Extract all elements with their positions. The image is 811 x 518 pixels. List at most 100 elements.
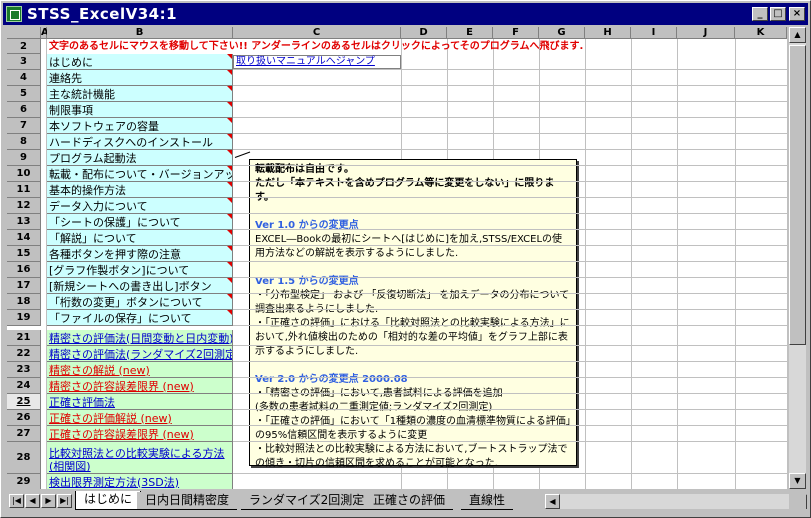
column-header-j[interactable]: J xyxy=(677,27,735,39)
column-header-i[interactable]: I xyxy=(631,27,677,39)
column-header-c[interactable]: C xyxy=(233,27,401,39)
cell-b24-text[interactable]: 精密さの許容誤差限界 (new) xyxy=(49,378,194,393)
sheet-tab[interactable]: はじめに xyxy=(75,491,142,510)
row-header-28[interactable]: 28 xyxy=(7,442,41,474)
cell-b26-text[interactable]: 正確さの評価解説 (new) xyxy=(49,410,172,425)
cell-b24[interactable]: 精密さの許容誤差限界 (new) xyxy=(47,378,233,394)
title-bar[interactable]: STSS_ExcelV34:1 _ □ × xyxy=(3,3,808,25)
cell-b16: [グラフ作製ボタン]について xyxy=(47,262,233,278)
cell-b27[interactable]: 正確さの許容誤差限界 (new) xyxy=(47,426,233,442)
excel-app-icon[interactable] xyxy=(6,6,22,22)
row-header-12[interactable]: 12 xyxy=(7,198,41,214)
cell-b21[interactable]: 精密さの評価法(日間変動と日内変動) xyxy=(47,330,233,346)
row-header-16[interactable]: 16 xyxy=(7,262,41,278)
row-header-7[interactable]: 7 xyxy=(7,118,41,134)
gridline xyxy=(233,261,787,262)
cell-b22-text[interactable]: 精密さの評価法(ランダマイズ2回測定) xyxy=(49,346,232,361)
cell-b17: [新規シートへの書き出し]ボタン xyxy=(47,278,233,294)
cell-b18: 「桁数の変更」ボタンについて xyxy=(47,294,233,310)
prev-sheet-icon[interactable]: ◀ xyxy=(25,494,40,508)
row-header-11[interactable]: 11 xyxy=(7,182,41,198)
row-header-17[interactable]: 17 xyxy=(7,278,41,294)
cell-b22[interactable]: 精密さの評価法(ランダマイズ2回測定) xyxy=(47,346,233,362)
row-header-18[interactable]: 18 xyxy=(7,294,41,310)
cell-b29-text[interactable]: 検出限界測定方法(3SD法) xyxy=(49,474,179,489)
comment-indicator-icon xyxy=(227,294,232,299)
cell-b8-text: ハードディスクへのインストール xyxy=(49,135,214,149)
next-sheet-icon[interactable]: ▶ xyxy=(41,494,56,508)
spreadsheet-grid[interactable]: A B C D E F G H I J K 2 文字のあるセルにマウスを移動して… xyxy=(7,27,787,489)
row-header-9[interactable]: 9 xyxy=(7,150,41,166)
row-header-21[interactable]: 21 xyxy=(7,330,41,346)
column-header-h[interactable]: H xyxy=(585,27,631,39)
cell-b23[interactable]: 精密さの解説 (new) xyxy=(47,362,233,378)
sheet-tab[interactable]: 日内日間精密度 xyxy=(137,492,238,510)
cell-b11: 基本的操作方法 xyxy=(47,182,233,198)
column-header-e[interactable]: E xyxy=(447,27,493,39)
row-header-15[interactable]: 15 xyxy=(7,246,41,262)
first-sheet-icon[interactable]: |◀ xyxy=(9,494,24,508)
cell-b21-text[interactable]: 精密さの評価法(日間変動と日内変動) xyxy=(49,330,232,345)
row-header-4[interactable]: 4 xyxy=(7,70,41,86)
column-header-g[interactable]: G xyxy=(539,27,585,39)
resize-corner xyxy=(789,491,806,511)
scroll-left-arrow-icon[interactable]: ◀ xyxy=(545,494,560,509)
row-header-29[interactable]: 29 xyxy=(7,474,41,489)
gridline xyxy=(233,197,787,198)
cell-b9: プログラム起動法 xyxy=(47,150,233,166)
gridline xyxy=(233,325,787,326)
row-header-3[interactable]: 3 xyxy=(7,54,41,70)
sheet-tab[interactable]: 正確さの評価 xyxy=(365,492,454,510)
cell-b28-text[interactable]: 比較対照法との比較実験による方法(相関図) xyxy=(49,447,232,473)
column-header-k[interactable]: K xyxy=(735,27,787,39)
column-header-d[interactable]: D xyxy=(401,27,447,39)
minimize-button[interactable]: _ xyxy=(752,7,768,21)
vertical-scroll-thumb[interactable] xyxy=(789,45,806,345)
column-header-b[interactable]: B xyxy=(47,27,233,39)
select-all-corner[interactable] xyxy=(7,27,41,39)
cell-b25[interactable]: 正確さ評価法 xyxy=(47,394,233,410)
row-header-2[interactable]: 2 xyxy=(7,39,41,54)
gridline xyxy=(233,85,787,86)
cell-b26[interactable]: 正確さの評価解説 (new) xyxy=(47,410,233,426)
row-header-19[interactable]: 19 xyxy=(7,310,41,326)
cell-b28[interactable]: 比較対照法との比較実験による方法(相関図) xyxy=(47,442,233,474)
comment-indicator-icon xyxy=(227,198,232,203)
sheet-tab[interactable]: ランダマイズ2回測定 xyxy=(241,492,373,510)
row-header-8[interactable]: 8 xyxy=(7,134,41,150)
row-header-27[interactable]: 27 xyxy=(7,426,41,442)
gridline xyxy=(233,393,787,394)
cell-b23-text[interactable]: 精密さの解説 (new) xyxy=(49,362,150,377)
close-button[interactable]: × xyxy=(789,7,805,21)
maximize-button[interactable]: □ xyxy=(770,7,786,21)
row-header-10[interactable]: 10 xyxy=(7,166,41,182)
horizontal-scrollbar[interactable]: ◀ ▶ xyxy=(545,494,807,509)
gridline xyxy=(233,101,787,102)
column-header-f[interactable]: F xyxy=(493,27,539,39)
cell-b25-text[interactable]: 正確さ評価法 xyxy=(49,394,115,409)
sheet-tab[interactable]: 直線性 xyxy=(461,492,514,510)
last-sheet-icon[interactable]: ▶| xyxy=(57,494,72,508)
row-header-6[interactable]: 6 xyxy=(7,102,41,118)
gridline xyxy=(233,213,787,214)
row-header-13[interactable]: 13 xyxy=(7,214,41,230)
cell-b6: 制限事項 xyxy=(47,102,233,118)
row-header-23[interactable]: 23 xyxy=(7,362,41,378)
excel-window: STSS_ExcelV34:1 _ □ × A B C D E F G H I … xyxy=(0,0,811,518)
sheet-tab-bar: |◀ ◀ ▶ ▶| はじめに 日内日間精密度 ランダマイズ2回測定 正確さの評価 直線性… xyxy=(7,491,807,511)
cell-b16-text: [グラフ作製ボタン]について xyxy=(49,263,190,277)
cell-b27-text[interactable]: 正確さの許容誤差限界 (new) xyxy=(49,426,194,441)
row-header-25[interactable]: 25 xyxy=(7,394,41,410)
scroll-down-arrow-icon[interactable]: ▼ xyxy=(789,473,806,489)
gridline xyxy=(233,229,787,230)
row-header-14[interactable]: 14 xyxy=(7,230,41,246)
row-header-5[interactable]: 5 xyxy=(7,86,41,102)
cell-b29[interactable]: 検出限界測定方法(3SD法) xyxy=(47,474,233,489)
jump-to-manual-link[interactable]: 取り扱いマニュアルへジャンプ xyxy=(233,55,401,69)
row-header-22[interactable]: 22 xyxy=(7,346,41,362)
gridline xyxy=(233,245,787,246)
row-header-26[interactable]: 26 xyxy=(7,410,41,426)
row-header-24[interactable]: 24 xyxy=(7,378,41,394)
vertical-scrollbar[interactable]: ▲ ▼ xyxy=(789,27,806,489)
scroll-up-arrow-icon[interactable]: ▲ xyxy=(789,27,806,43)
